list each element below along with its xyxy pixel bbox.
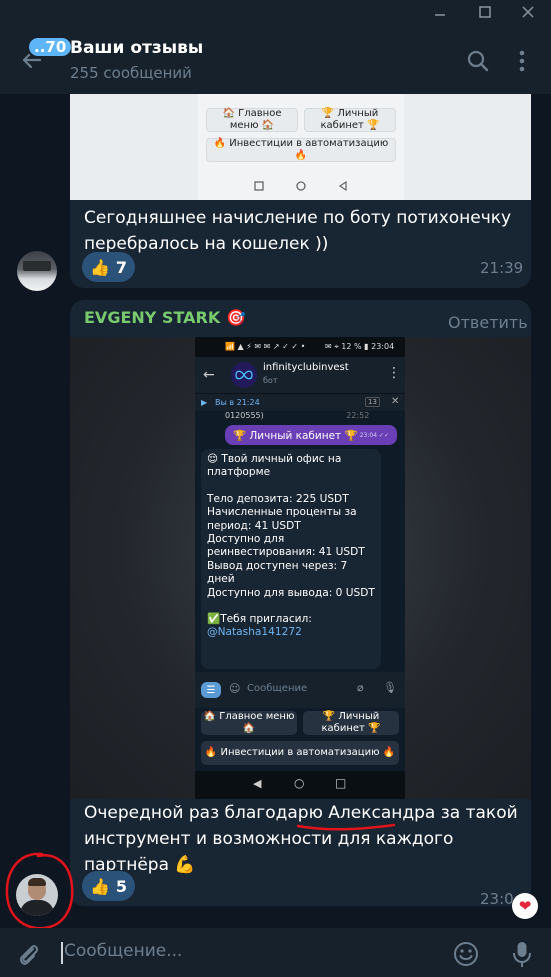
status-right: ✉ ⌖ 12 % ▮ 23:04	[325, 342, 395, 351]
android-nav-bar	[198, 172, 404, 200]
outgoing-time: 23:04 ✓✓	[359, 431, 389, 439]
more-vertical-icon: ⋮	[387, 365, 401, 381]
office-line: Тело депозита: 225 USDT	[207, 492, 349, 505]
reaction-badge[interactable]: 👍 5	[82, 871, 136, 901]
screenshot-image[interactable]: 📶 ▲ ⚡ ✉ ✉ ↗ ✓ ✓ • ✉ ⌖ 12 % ▮ 23:04 ← inf…	[70, 337, 531, 799]
more-vertical-icon[interactable]	[508, 47, 536, 75]
attach-icon: ⌀	[357, 681, 364, 694]
keyboard-button: 🏠 Главное меню 🏠	[201, 711, 297, 735]
home-icon	[296, 181, 306, 191]
keyboard-button: 🏆 Личный кабинет 🏆	[304, 108, 396, 132]
target-badge-icon: 🎯	[226, 308, 247, 327]
minimize-icon[interactable]	[425, 2, 455, 22]
menu-icon: ☰	[201, 682, 221, 698]
message-time: 21:39	[480, 259, 524, 277]
phone-screen: 📶 ▲ ⚡ ✉ ✉ ↗ ✓ ✓ • ✉ ⌖ 12 % ▮ 23:04 ← inf…	[195, 337, 405, 799]
back-arrow-icon: ←	[203, 367, 215, 383]
screenshot-image[interactable]: 🏠 Главное меню 🏠 🏆 Личный кабинет 🏆 🔥 Ин…	[70, 94, 531, 200]
sender-name-text: EVGENY STARK	[84, 308, 221, 327]
message-input[interactable]: Сообщение...	[64, 941, 182, 961]
recent-apps-icon: □	[335, 776, 347, 790]
phone-input-placeholder: Сообщение	[247, 683, 308, 694]
close-icon[interactable]	[513, 2, 543, 22]
avatar[interactable]	[17, 251, 57, 291]
keyboard-button: 🏆 Личный кабинет 🏆	[303, 711, 399, 735]
red-underline-annotation	[296, 823, 396, 831]
phone-status-bar: 📶 ▲ ⚡ ✉ ✉ ↗ ✓ ✓ • ✉ ⌖ 12 % ▮ 23:04	[195, 337, 405, 357]
message-bubble[interactable]: 🏠 Главное меню 🏠 🏆 Личный кабинет 🏆 🔥 Ин…	[70, 94, 531, 288]
attach-icon[interactable]	[14, 940, 42, 968]
emoji-icon: ☺	[229, 682, 241, 695]
message-list[interactable]: 🏠 Главное меню 🏠 🏆 Личный кабинет 🏆 🔥 Ин…	[0, 94, 551, 928]
bot-name: infinityclubinvest	[263, 362, 349, 373]
home-icon: ○	[294, 776, 305, 790]
message-text: Сегодняшнее начисление по боту потихонеч…	[84, 208, 512, 254]
invited-label: ✅Тебя пригласил:	[207, 613, 312, 626]
office-line: Вывод доступен через: 7 дней	[207, 559, 348, 586]
pinned-bar: ▶ Вы в 21:24 13 ✕	[195, 393, 405, 411]
pinned-count: 13	[365, 397, 380, 407]
chat-subtitle: 255 сообщений	[70, 64, 192, 82]
reply-button[interactable]: Ответить	[448, 313, 528, 332]
text-cursor	[61, 942, 63, 964]
reaction-badge[interactable]: 👍 7	[82, 252, 136, 282]
unread-badge[interactable]: ..70	[27, 36, 74, 58]
message-time: 23:0	[480, 890, 514, 908]
emoji-icon[interactable]	[452, 940, 480, 968]
message-text-line: 💪💪	[84, 878, 524, 904]
android-nav-bar: ◀ ○ □	[195, 771, 405, 799]
back-icon: ◀	[253, 777, 262, 790]
office-line: Доступно для вывода: 0 USDT	[207, 586, 375, 599]
microphone-icon: 🎙	[383, 681, 397, 694]
invited-user: @Natasha141272	[207, 626, 302, 639]
office-line: Доступно для реинвестирования: 41 USDT	[207, 533, 365, 559]
chat-title[interactable]: Ваши отзывы	[70, 38, 203, 58]
back-icon	[338, 181, 347, 191]
maximize-icon[interactable]	[470, 2, 500, 22]
recent-apps-icon	[254, 181, 264, 191]
outgoing-message: 🏆 Личный кабинет 🏆 23:04 ✓✓	[225, 425, 397, 445]
heart-reaction-icon[interactable]: ❤	[512, 893, 538, 919]
play-icon: ▶	[201, 398, 208, 407]
keyboard-button: 🔥 Инвестиции в автоматизацию 🔥	[206, 138, 396, 162]
thumbs-up-icon: 👍	[90, 257, 110, 277]
bot-header: ← infinityclubinvest бот ⋮	[195, 357, 405, 393]
message-text: Очередной раз благодарю Александра за та…	[84, 800, 524, 904]
phone-input-bar: ☰ ☺ Сообщение ⌀ 🎙	[195, 672, 405, 708]
outgoing-text: 🏆 Личный кабинет 🏆	[233, 429, 358, 442]
thumbs-up-icon: 👍	[90, 876, 110, 896]
bot-message: 😌 Твой личный офис на платформе Тело деп…	[201, 449, 381, 669]
keyboard-button: 🏠 Главное меню 🏠	[206, 108, 298, 132]
pinned-text: Вы в 21:24	[215, 398, 260, 407]
close-icon: ✕	[391, 396, 400, 407]
office-title: 😌 Твой личный офис на платформе	[207, 453, 342, 479]
bot-avatar	[231, 362, 257, 388]
microphone-icon[interactable]	[508, 939, 536, 969]
reaction-count: 7	[115, 257, 128, 277]
bot-label: бот	[263, 376, 278, 385]
status-left: 📶 ▲ ⚡ ✉ ✉ ↗ ✓ ✓ •	[225, 342, 306, 351]
red-circle-annotation	[5, 852, 74, 928]
sender-name[interactable]: EVGENY STARK 🎯	[84, 308, 246, 327]
window-titlebar	[0, 0, 551, 24]
reaction-count: 5	[115, 876, 128, 896]
prev-text: 0120555)	[225, 411, 264, 420]
keyboard-button: 🔥 Инвестиции в автоматизацию 🔥	[201, 741, 399, 765]
prev-time: 22:52	[346, 411, 370, 420]
message-bubble[interactable]: EVGENY STARK 🎯 Ответить 📶 ▲ ⚡ ✉ ✉ ↗ ✓ ✓ …	[70, 300, 531, 908]
phone-screen: 🏠 Главное меню 🏠 🏆 Личный кабинет 🏆 🔥 Ин…	[198, 94, 404, 200]
office-line: Начисленные проценты за период: 41 USDT	[207, 506, 357, 532]
prev-message: 0120555) 22:52	[225, 411, 369, 420]
telegram-window: ..70 Ваши отзывы 255 сообщений 🏠 Главное…	[0, 0, 551, 977]
search-icon[interactable]	[464, 47, 492, 75]
